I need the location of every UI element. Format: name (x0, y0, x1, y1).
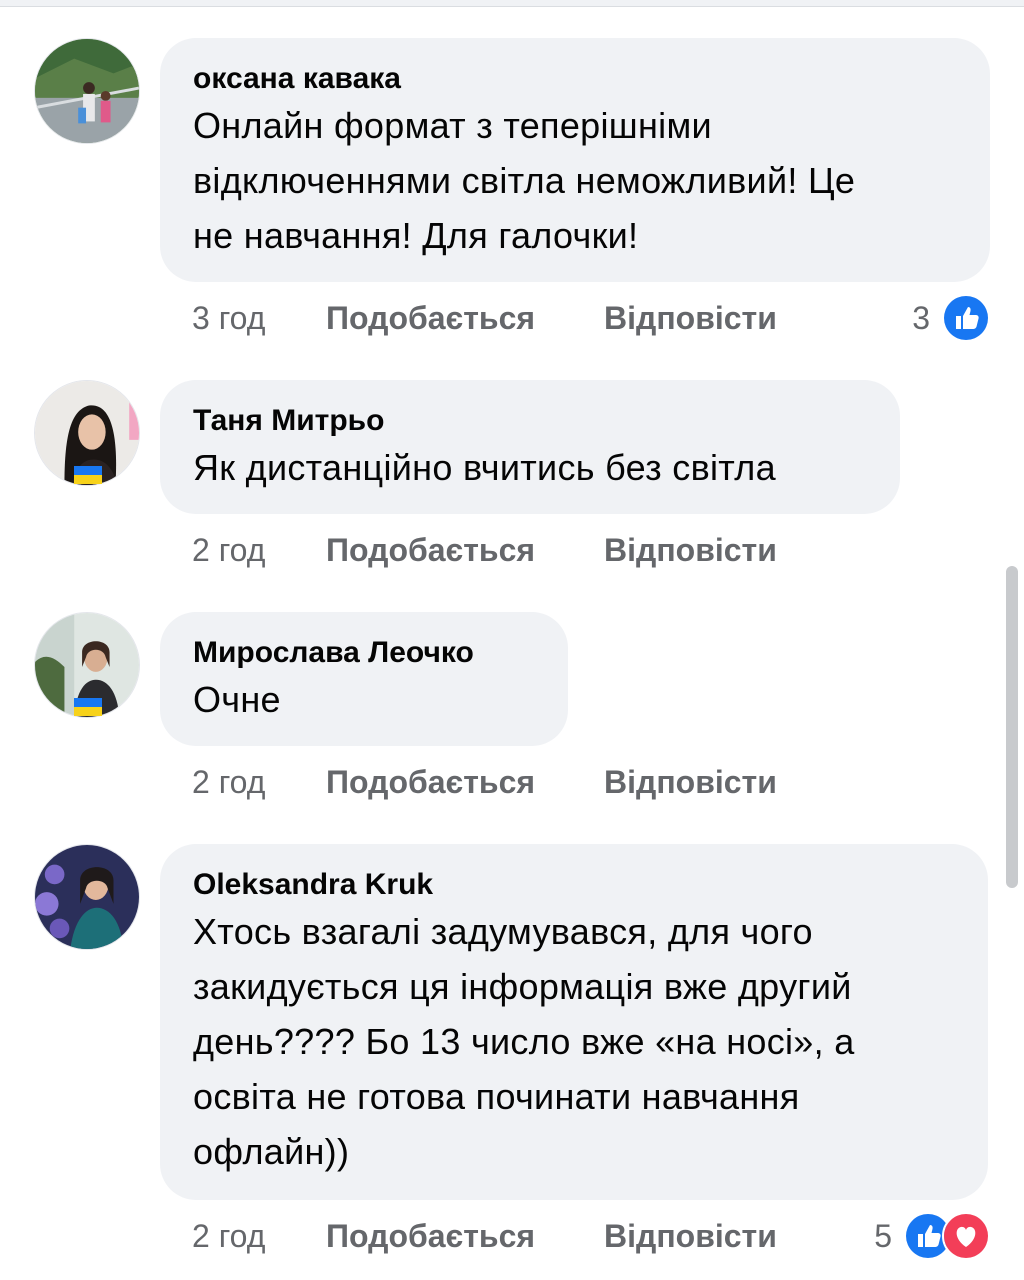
comment-timestamp[interactable]: 2 год (192, 1218, 326, 1255)
avatar-photo (35, 39, 139, 143)
love-icon (942, 1212, 990, 1260)
like-button[interactable]: Подобається (326, 1218, 604, 1255)
comment-actions: 3 год Подобається Відповісти (192, 298, 777, 338)
comment-author[interactable]: Мирослава Леочко (193, 634, 535, 672)
comment-bubble: Мирослава Леочко Очне (160, 612, 568, 746)
ukraine-flag-badge (74, 466, 102, 484)
comment-text-line: Як дистанційно вчитись без світла (193, 447, 776, 488)
comment-author[interactable]: Таня Митрьо (193, 402, 867, 440)
comment-timestamp[interactable]: 2 год (192, 532, 326, 569)
comment-text-line: офлайн)) (193, 1131, 350, 1172)
reply-button[interactable]: Відповісти (604, 1218, 777, 1255)
comment-text-line: не навчання! Для галочки! (193, 215, 639, 256)
comment-timestamp[interactable]: 2 год (192, 764, 326, 801)
reply-button[interactable]: Відповісти (604, 300, 777, 337)
comment-text-line: Хтось взагалі задумувався, для чого (193, 911, 813, 952)
reaction-count: 5 (874, 1217, 892, 1254)
avatar-photo (35, 845, 139, 949)
like-icon (942, 294, 990, 342)
comment-text-line: відключеннями світла неможливий! Це (193, 160, 856, 201)
comment-bubble: оксана кавака Онлайн формат з теперішнім… (160, 38, 990, 282)
reply-button[interactable]: Відповісти (604, 532, 777, 569)
comment-actions: 2 год Подобається Відповісти (192, 1216, 777, 1256)
like-button[interactable]: Подобається (326, 300, 604, 337)
ukraine-flag-badge (74, 698, 102, 716)
like-button[interactable]: Подобається (326, 532, 604, 569)
comment-actions: 2 год Подобається Відповісти (192, 762, 777, 802)
reaction-summary[interactable]: 3 (912, 294, 990, 342)
avatar[interactable] (34, 38, 140, 144)
reaction-count: 3 (912, 299, 930, 336)
like-button[interactable]: Подобається (326, 764, 604, 801)
reply-button[interactable]: Відповісти (604, 764, 777, 801)
scrollbar[interactable] (1006, 566, 1018, 888)
comment-timestamp[interactable]: 3 год (192, 300, 326, 337)
comment-text-line: Онлайн формат з теперішніми (193, 105, 712, 146)
comment-bubble: Oleksandra Kruk Хтось взагалі задумувавс… (160, 844, 988, 1200)
comment-text-line: Очне (193, 679, 281, 720)
comment-author[interactable]: оксана кавака (193, 60, 957, 98)
comment-text-line: день???? Бо 13 число вже «на носі», а (193, 1021, 855, 1062)
comment-actions: 2 год Подобається Відповісти (192, 530, 777, 570)
top-divider (0, 0, 1024, 7)
comment-author[interactable]: Oleksandra Kruk (193, 866, 955, 904)
avatar[interactable] (34, 844, 140, 950)
comment-text-line: закидується ця інформація вже другий (193, 966, 852, 1007)
comment-bubble: Таня Митрьо Як дистанційно вчитись без с… (160, 380, 900, 514)
reaction-summary[interactable]: 5 (874, 1212, 990, 1260)
comment-text-line: освіта не готова починати навчання (193, 1076, 800, 1117)
